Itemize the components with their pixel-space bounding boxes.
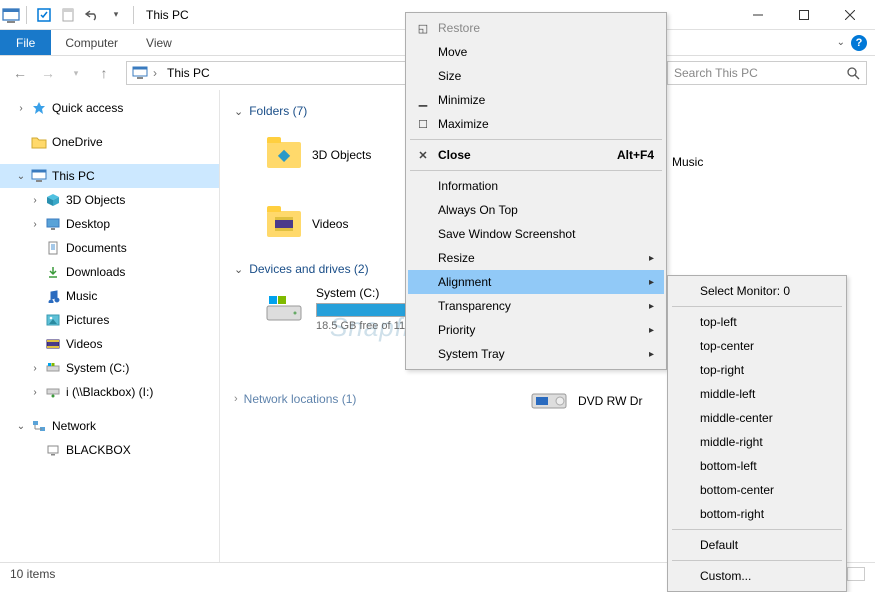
breadcrumb-this-pc[interactable]: This PC — [161, 66, 210, 80]
maximize-button[interactable] — [781, 0, 827, 30]
nav-tree: › Quick access › OneDrive ⌄ This PC ›3D … — [0, 90, 220, 562]
submenu-default[interactable]: Default — [670, 533, 844, 557]
submenu-middle-center[interactable]: middle-center — [670, 406, 844, 430]
star-icon — [30, 99, 48, 117]
tree-quick-access[interactable]: › Quick access — [0, 96, 219, 120]
tree-downloads[interactable]: ›Downloads — [0, 260, 219, 284]
window-system-menu: ◱Restore Move Size ▁Minimize ☐Maximize ✕… — [405, 12, 667, 370]
chevron-right-icon: ▸ — [649, 253, 654, 264]
minimize-button[interactable] — [735, 0, 781, 30]
help-icon[interactable]: ? — [851, 35, 867, 51]
menu-screenshot[interactable]: Save Window Screenshot — [408, 222, 664, 246]
qat-dropdown-icon[interactable]: ▾ — [105, 4, 127, 26]
music-icon — [44, 287, 62, 305]
status-item-count: 10 items — [10, 567, 55, 581]
documents-icon — [44, 239, 62, 257]
videos-icon — [44, 335, 62, 353]
tree-3d-objects[interactable]: ›3D Objects — [0, 188, 219, 212]
menu-transparency[interactable]: Transparency▸ — [408, 294, 664, 318]
computer-icon — [44, 441, 62, 459]
submenu-bottom-left[interactable]: bottom-left — [670, 454, 844, 478]
minimize-icon: ▁ — [416, 94, 430, 107]
tree-network-drive[interactable]: ›i (\\Blackbox) (I:) — [0, 380, 219, 404]
tree-desktop[interactable]: ›Desktop — [0, 212, 219, 236]
drive-icon — [264, 289, 304, 329]
menu-restore[interactable]: ◱Restore — [408, 16, 664, 40]
submenu-bottom-center[interactable]: bottom-center — [670, 478, 844, 502]
close-button[interactable] — [827, 0, 873, 30]
submenu-top-left[interactable]: top-left — [670, 310, 844, 334]
cube-icon — [44, 191, 62, 209]
drive-icon — [44, 359, 62, 377]
network-icon — [30, 417, 48, 435]
menu-maximize[interactable]: ☐Maximize — [408, 112, 664, 136]
qat-save-icon[interactable] — [33, 4, 55, 26]
menu-size[interactable]: Size — [408, 64, 664, 88]
breadcrumb-chevron-icon[interactable]: › — [149, 66, 161, 80]
menu-information[interactable]: Information — [408, 174, 664, 198]
qat-properties-icon[interactable] — [57, 4, 79, 26]
view-large-icons-button[interactable] — [847, 567, 865, 581]
tree-videos[interactable]: ›Videos — [0, 332, 219, 356]
desktop-icon — [44, 215, 62, 233]
network-drive-icon — [44, 383, 62, 401]
pictures-icon — [44, 311, 62, 329]
tree-music[interactable]: ›Music — [0, 284, 219, 308]
maximize-icon: ☐ — [416, 118, 430, 131]
tab-file[interactable]: File — [0, 30, 51, 55]
chevron-right-icon: ▸ — [649, 301, 654, 312]
menu-system-tray[interactable]: System Tray▸ — [408, 342, 664, 366]
search-placeholder: Search This PC — [674, 66, 758, 80]
submenu-bottom-right[interactable]: bottom-right — [670, 502, 844, 526]
tree-onedrive[interactable]: › OneDrive — [0, 130, 219, 154]
chevron-right-icon: ▸ — [649, 325, 654, 336]
ribbon-expand-icon[interactable]: ⌄ — [837, 37, 845, 48]
search-icon[interactable] — [846, 66, 860, 80]
tree-network[interactable]: ⌄Network — [0, 414, 219, 438]
menu-priority[interactable]: Priority▸ — [408, 318, 664, 342]
submenu-select-monitor[interactable]: Select Monitor: 0 — [670, 279, 844, 303]
nav-back-button[interactable]: ← — [8, 61, 32, 85]
tree-this-pc[interactable]: ⌄ This PC — [0, 164, 219, 188]
submenu-middle-right[interactable]: middle-right — [670, 430, 844, 454]
tab-view[interactable]: View — [132, 30, 186, 55]
tree-pictures[interactable]: ›Pictures — [0, 308, 219, 332]
app-icon — [2, 6, 20, 24]
window-title: This PC — [140, 8, 189, 22]
close-shortcut: Alt+F4 — [617, 148, 654, 162]
nav-up-button[interactable]: ↑ — [92, 61, 116, 85]
menu-close[interactable]: ✕CloseAlt+F4 — [408, 143, 664, 167]
submenu-custom[interactable]: Custom... — [670, 564, 844, 588]
pc-icon — [30, 167, 48, 185]
tree-system-c[interactable]: ›System (C:) — [0, 356, 219, 380]
alignment-submenu: Select Monitor: 0 top-left top-center to… — [667, 275, 847, 592]
address-pc-icon — [131, 64, 149, 82]
folder-icon — [30, 133, 48, 151]
search-input[interactable]: Search This PC — [667, 61, 867, 85]
close-icon: ✕ — [416, 149, 430, 162]
submenu-top-right[interactable]: top-right — [670, 358, 844, 382]
chevron-right-icon: ▸ — [649, 277, 654, 288]
menu-minimize[interactable]: ▁Minimize — [408, 88, 664, 112]
tab-computer[interactable]: Computer — [51, 30, 132, 55]
downloads-icon — [44, 263, 62, 281]
menu-move[interactable]: Move — [408, 40, 664, 64]
nav-recent-dropdown[interactable]: ▾ — [64, 61, 88, 85]
menu-alignment[interactable]: Alignment▸ — [408, 270, 664, 294]
submenu-middle-left[interactable]: middle-left — [670, 382, 844, 406]
menu-always-on-top[interactable]: Always On Top — [408, 198, 664, 222]
nav-forward-button[interactable]: → — [36, 61, 60, 85]
tree-blackbox[interactable]: ›BLACKBOX — [0, 438, 219, 462]
chevron-right-icon: ▸ — [649, 349, 654, 360]
qat-undo-icon[interactable] — [81, 4, 103, 26]
submenu-top-center[interactable]: top-center — [670, 334, 844, 358]
menu-resize[interactable]: Resize▸ — [408, 246, 664, 270]
restore-icon: ◱ — [416, 22, 430, 35]
tree-documents[interactable]: ›Documents — [0, 236, 219, 260]
